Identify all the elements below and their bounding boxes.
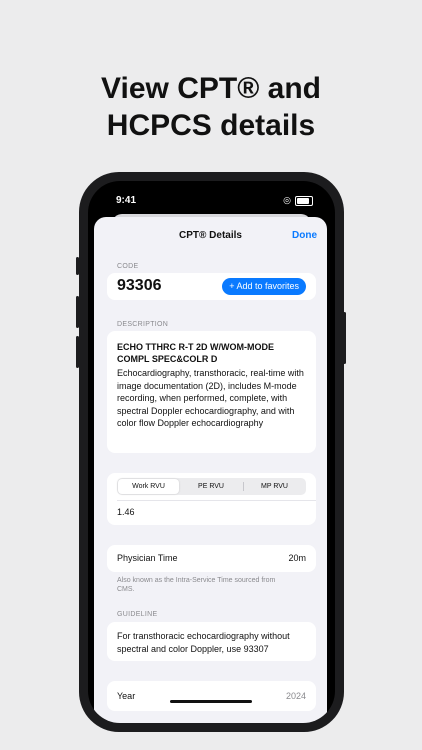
marketing-headline: View CPT® and HCPCS details [0,70,422,144]
guideline-card: For transthoracic echocardiography witho… [107,622,316,661]
physician-time-note: Also known as the Intra-Service Time sou… [117,577,276,593]
phone-volume-up [76,296,79,328]
details-sheet: CPT® Details Done CODE 93306 + Add to fa… [94,217,327,723]
phone-screen: 9:41 ◎ CPT® Details Done CODE 93306 + Ad… [88,181,335,723]
year-value: 2024 [285,691,306,701]
phone-volume-down [76,336,79,368]
done-button[interactable]: Done [292,230,317,241]
rvu-card: Work RVU PE RVU MP RVU 1.46 [107,473,316,525]
description-card: ECHO TTHRC R-T 2D W/WOM-MODE COMPL SPEC&… [107,331,316,453]
physician-time-label: Physician Time [117,553,178,563]
description-section-label: DESCRIPTION [117,321,169,328]
code-card: 93306 + Add to favorites [107,273,316,300]
physician-time-value: 20m [288,553,306,563]
phone-power-button [343,312,346,364]
status-time: 9:41 [116,195,137,206]
nav-bar: CPT® Details Done [94,217,327,255]
wifi-icon: ◎ [283,195,291,205]
headline-line-1: View CPT® and [101,72,321,105]
description-long: Echocardiography, transthoracic, real-ti… [117,368,304,428]
year-label: Year [117,691,136,701]
code-value: 93306 [117,277,162,294]
battery-icon [295,195,313,206]
home-indicator[interactable] [170,700,252,703]
guideline-section-label: GUIDELINE [117,611,158,618]
headline-line-2: HCPCS details [106,109,316,142]
description-short: ECHO TTHRC R-T 2D W/WOM-MODE COMPL SPEC&… [117,342,274,364]
tab-work-rvu[interactable]: Work RVU [118,479,179,494]
tab-mp-rvu[interactable]: MP RVU [244,479,305,494]
rvu-value: 1.46 [117,507,135,517]
divider [117,500,316,501]
tab-pe-rvu[interactable]: PE RVU [180,479,242,494]
rvu-segmented-control: Work RVU PE RVU MP RVU [117,478,306,495]
phone-mute-switch [76,257,79,275]
add-to-favorites-button[interactable]: + Add to favorites [222,278,306,295]
guideline-text: For transthoracic echocardiography witho… [117,631,290,654]
physician-time-row: Physician Time 20m [107,545,316,572]
code-section-label: CODE [117,263,139,270]
year-row: Year 2024 [107,681,316,711]
status-bar: 9:41 ◎ [88,193,335,209]
